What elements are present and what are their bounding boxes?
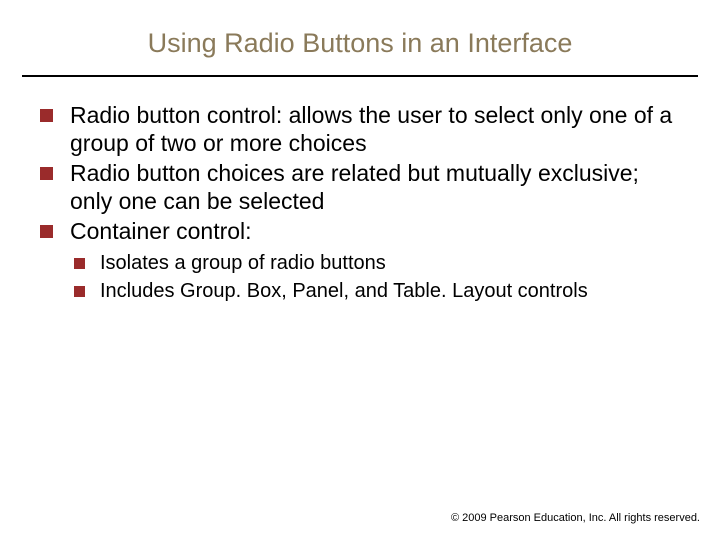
bullet-text: Container control:	[70, 218, 252, 244]
slide-content: Radio button control: allows the user to…	[0, 101, 720, 304]
bullet-item: Radio button control: allows the user to…	[34, 101, 686, 157]
title-rule	[22, 75, 698, 77]
bullet-text: Radio button choices are related but mut…	[70, 160, 639, 214]
sub-bullet-text: Isolates a group of radio buttons	[100, 252, 386, 274]
bullet-text: Radio button control: allows the user to…	[70, 102, 672, 156]
sub-bullet-list: Isolates a group of radio buttons Includ…	[70, 251, 686, 304]
sub-bullet-item: Includes Group. Box, Panel, and Table. L…	[70, 279, 686, 305]
bullet-item: Radio button choices are related but mut…	[34, 159, 686, 215]
sub-bullet-text: Includes Group. Box, Panel, and Table. L…	[100, 280, 588, 302]
sub-bullet-item: Isolates a group of radio buttons	[70, 251, 686, 277]
slide-title: Using Radio Buttons in an Interface	[0, 28, 720, 75]
slide: Using Radio Buttons in an Interface Radi…	[0, 0, 720, 540]
bullet-item: Container control:	[34, 217, 686, 245]
bullet-list: Radio button control: allows the user to…	[34, 101, 686, 245]
copyright: © 2009 Pearson Education, Inc. All right…	[451, 512, 700, 524]
